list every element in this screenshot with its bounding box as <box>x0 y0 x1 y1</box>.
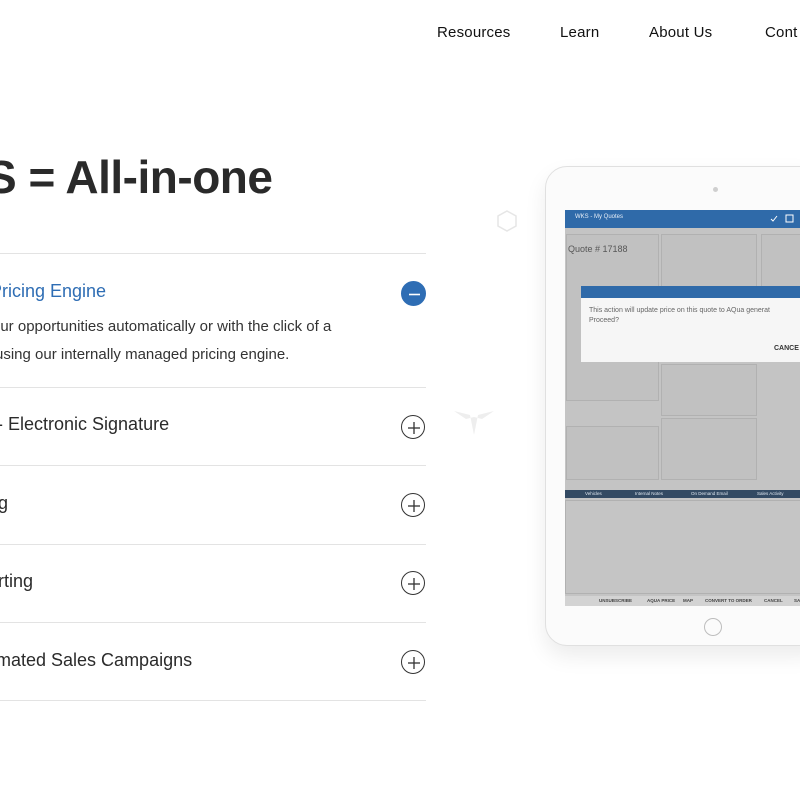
cancel-button[interactable]: CANCEL <box>764 598 783 603</box>
aqua-price-button[interactable]: AQUA PRICE <box>647 598 675 603</box>
tablet-screen: WKS - My Quotes Quote # 17188 Vehicles I… <box>565 210 800 606</box>
collapse-minus-icon[interactable] <box>401 281 426 306</box>
tab-internal-notes[interactable]: Internal Notes <box>635 491 663 496</box>
accordion-item-electronic-signature[interactable]: - Electronic Signature <box>0 387 426 465</box>
more-button[interactable]: SA <box>794 598 800 603</box>
dialog-message-line-2: Proceed? <box>589 317 619 324</box>
convert-to-order-button[interactable]: CONVERT TO ORDER <box>705 598 752 603</box>
unsubscribe-button[interactable]: UNSUBSCRIBE <box>599 598 632 603</box>
tablet-action-bar: UNSUBSCRIBE AQUA PRICE MAP CONVERT TO OR… <box>565 596 800 606</box>
tablet-home-button <box>704 618 722 636</box>
nav-learn[interactable]: Learn <box>560 24 599 41</box>
accordion-description-line-2: using our internally managed pricing eng… <box>0 346 290 363</box>
accordion-title[interactable]: Pricing Engine <box>0 281 106 302</box>
dialog-cancel-button[interactable]: CANCE <box>774 345 799 352</box>
accordion-item-pricing-engine[interactable]: Pricing Engine our opportunities automat… <box>0 253 426 387</box>
nav-resources[interactable]: Resources <box>437 24 511 41</box>
winged-logo-decoration-icon <box>454 411 494 435</box>
tablet-tabs: Vehicles Internal Notes On Demand Email … <box>565 490 800 498</box>
divider <box>0 700 426 701</box>
accordion-item-3[interactable]: g <box>0 465 426 544</box>
save-icon <box>785 214 794 223</box>
accordion-title[interactable]: g <box>0 493 8 514</box>
app-title: WKS - My Quotes <box>575 214 624 220</box>
nav-contact[interactable]: Cont <box>765 24 798 41</box>
tab-vehicles[interactable]: Vehicles <box>585 491 602 496</box>
accordion-item-automated-sales-campaigns[interactable]: mated Sales Campaigns <box>0 622 426 700</box>
accordion-title[interactable]: mated Sales Campaigns <box>0 650 192 671</box>
confirm-dialog: This action will update price on this qu… <box>581 286 800 362</box>
tablet-camera <box>713 187 718 192</box>
tab-sales-activity[interactable]: Sales Activity <box>757 491 784 496</box>
nav-about-us[interactable]: About Us <box>649 24 712 41</box>
accordion-title[interactable]: - Electronic Signature <box>0 414 169 435</box>
expand-plus-icon[interactable] <box>401 415 425 439</box>
accordion-title[interactable]: rting <box>0 571 33 592</box>
accordion-description-line-1: our opportunities automatically or with … <box>0 318 332 335</box>
check-icon <box>770 215 778 222</box>
accordion-item-reporting[interactable]: rting <box>0 544 426 622</box>
dialog-header <box>581 286 800 298</box>
tab-on-demand-email[interactable]: On Demand Email <box>691 491 728 496</box>
modal-overlay <box>565 228 800 606</box>
dialog-message-line-1: This action will update price on this qu… <box>589 307 770 314</box>
app-bar: WKS - My Quotes <box>565 210 800 228</box>
expand-plus-icon[interactable] <box>401 493 425 517</box>
page-headline: S = All-in-one <box>0 151 273 203</box>
map-button[interactable]: MAP <box>683 598 693 603</box>
tablet-mockup: WKS - My Quotes Quote # 17188 Vehicles I… <box>545 166 800 646</box>
top-nav: Resources Learn About Us Cont <box>0 24 800 44</box>
hexagon-decoration-icon <box>497 210 517 232</box>
expand-plus-icon[interactable] <box>401 571 425 595</box>
expand-plus-icon[interactable] <box>401 650 425 674</box>
